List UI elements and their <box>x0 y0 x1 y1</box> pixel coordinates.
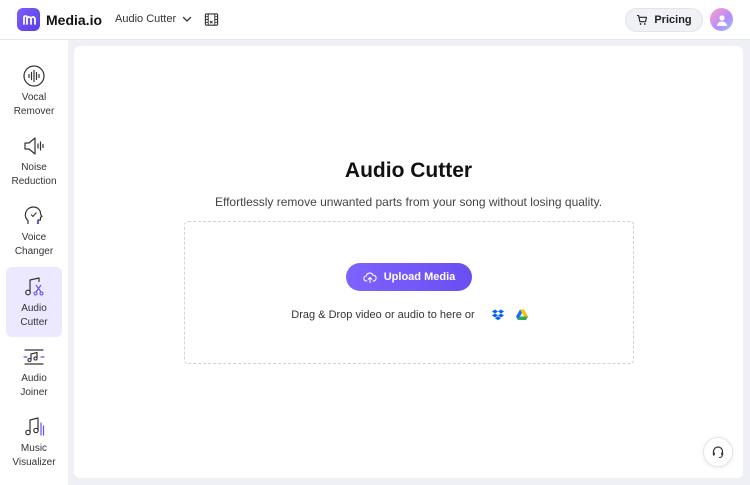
google-drive-icon[interactable] <box>515 308 529 322</box>
sidebar-item-label: Vocal Remover <box>13 92 55 117</box>
chevron-down-icon <box>183 16 192 22</box>
upload-media-label: Upload Media <box>383 271 456 283</box>
pricing-label: Pricing <box>654 14 692 26</box>
sidebar-item-noise-reduction[interactable]: Noise Reduction <box>6 126 62 196</box>
sidebar-item-label: Noise Reduction <box>11 162 57 187</box>
sidebar-item-audio-joiner[interactable]: Audio Joiner <box>6 337 62 407</box>
speaker-noise-icon <box>24 137 44 155</box>
music-join-icon <box>23 349 45 365</box>
headset-icon <box>712 446 724 458</box>
tools-sidebar: Vocal Remover Noise Reduction Voice Changer… <box>0 40 68 485</box>
pricing-button[interactable]: Pricing <box>625 8 703 32</box>
main-panel: Audio Cutter Effortlessly remove unwante… <box>74 46 743 478</box>
cart-icon <box>637 14 648 25</box>
cloud-upload-icon <box>363 272 377 284</box>
page-subtitle: Effortlessly remove unwanted parts from … <box>214 195 603 209</box>
page-title: Audio Cutter <box>344 159 473 182</box>
drag-drop-row: Drag & Drop video or audio to here or <box>185 308 635 322</box>
vocal-waveform-icon <box>23 65 45 87</box>
sidebar-item-voice-changer[interactable]: Voice Changer <box>6 196 62 266</box>
sidebar-item-label: Audio Cutter <box>20 303 48 328</box>
upload-media-button[interactable]: Upload Media <box>346 263 472 291</box>
voice-head-icon <box>24 206 43 224</box>
video-editor-icon[interactable] <box>204 12 219 27</box>
media-io-logo-icon[interactable] <box>17 8 40 31</box>
user-icon <box>716 14 727 26</box>
brand-name[interactable]: Media.io <box>46 12 102 28</box>
sidebar-item-label: Music Visualizer <box>12 443 56 468</box>
drag-drop-text: Drag & Drop video or audio to here or <box>291 309 475 321</box>
sidebar-item-label: Audio Joiner <box>20 373 48 398</box>
sidebar-item-label: Voice Changer <box>14 232 54 257</box>
upload-dropzone[interactable]: Upload Media Drag & Drop video or audio … <box>184 221 634 364</box>
sidebar-item-vocal-remover[interactable]: Vocal Remover <box>6 56 62 126</box>
sidebar-item-music-visualizer[interactable]: Music Visualizer <box>6 407 62 477</box>
top-header: Media.io Audio Cutter Pricing <box>0 0 750 40</box>
dropbox-icon[interactable] <box>491 308 505 322</box>
music-scissors-icon <box>25 277 44 296</box>
music-bars-icon <box>25 417 45 436</box>
tool-selector-label: Audio Cutter <box>115 13 177 25</box>
tool-selector-dropdown[interactable]: Audio Cutter <box>115 13 192 25</box>
customer-support-button[interactable] <box>703 437 733 467</box>
user-avatar[interactable] <box>710 8 733 31</box>
sidebar-item-audio-cutter[interactable]: Audio Cutter <box>6 267 62 337</box>
